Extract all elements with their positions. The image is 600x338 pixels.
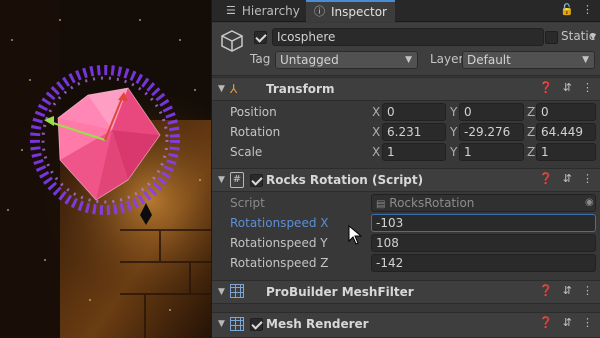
scale-row: Scale X 1 Y 1 Z 1 — [212, 142, 600, 162]
probuilder-meshfilter-header[interactable]: ▼ ProBuilder MeshFilter ❓ ⇵ ⋮ — [212, 280, 600, 304]
layer-label: Layer — [430, 52, 464, 66]
help-icon[interactable]: ❓ — [539, 284, 553, 298]
mouse-pointer-icon — [348, 225, 363, 245]
position-y-field[interactable]: 0 — [459, 103, 524, 121]
help-icon[interactable]: ❓ — [539, 172, 553, 186]
speed-z-field[interactable]: -142 — [371, 254, 596, 272]
chevron-down-icon: ▼ — [405, 55, 412, 65]
more-menu-icon[interactable]: ⋮ — [582, 172, 593, 186]
active-checkbox[interactable] — [254, 31, 267, 44]
presets-icon[interactable]: ⇵ — [563, 172, 572, 186]
script-file-icon: # — [230, 172, 244, 188]
fold-arrow-icon[interactable]: ▼ — [218, 287, 225, 297]
hierarchy-icon: ☰ — [226, 4, 236, 17]
more-menu-icon[interactable]: ⋮ — [582, 316, 593, 330]
more-menu-icon[interactable]: ⋮ — [582, 3, 593, 17]
speed-y-row: Rotationspeed Y 108 — [212, 233, 600, 253]
tab-inspector[interactable]: ⓘ Inspector — [306, 0, 395, 22]
object-picker-icon[interactable]: ◉ — [585, 196, 594, 210]
speed-z-row: Rotationspeed Z -142 — [212, 253, 600, 273]
chevron-down-icon: ▼ — [582, 55, 589, 65]
mesh-grid-icon — [230, 284, 244, 298]
speed-x-label[interactable]: Rotationspeed X — [230, 216, 328, 230]
rotation-x-field[interactable]: 6.231 — [382, 123, 446, 141]
fold-arrow-icon[interactable]: ▼ — [218, 84, 225, 94]
mesh-renderer-header[interactable]: ▼ Mesh Renderer ❓ ⇵ ⋮ — [212, 312, 600, 338]
rotation-y-field[interactable]: -29.276 — [459, 123, 524, 141]
layer-dropdown[interactable]: Default ▼ — [462, 51, 595, 69]
speed-x-row: Rotationspeed X -103 — [212, 213, 600, 233]
rotation-row: Rotation X 6.231 Y -29.276 Z 64.449 — [212, 122, 600, 142]
help-icon[interactable]: ❓ — [539, 316, 553, 330]
script-field: ▤ RocksRotation — [371, 194, 596, 212]
speed-y-field[interactable]: 108 — [371, 234, 596, 252]
rocks-rotation-enabled-checkbox[interactable] — [250, 174, 263, 187]
info-icon: ⓘ — [314, 5, 325, 18]
speed-x-field[interactable]: -103 — [371, 214, 596, 232]
tab-hierarchy[interactable]: ☰ Hierarchy — [218, 0, 308, 22]
rocks-rotation-header[interactable]: ▼ # Rocks Rotation (Script) ❓ ⇵ ⋮ — [212, 168, 600, 192]
script-asset-icon: ▤ — [376, 199, 386, 210]
scene-view[interactable] — [0, 0, 211, 338]
transform-header[interactable]: ▼ ⅄ Transform ❓ ⇵ ⋮ — [212, 77, 600, 101]
speed-y-label[interactable]: Rotationspeed Y — [230, 236, 328, 250]
transform-icon: ⅄ — [230, 82, 238, 96]
static-dropdown-icon[interactable]: ▼ — [590, 30, 596, 44]
position-z-field[interactable]: 0 — [536, 103, 596, 121]
cube-icon — [221, 30, 243, 52]
tag-label: Tag — [250, 52, 271, 66]
presets-icon[interactable]: ⇵ — [563, 316, 572, 330]
static-checkbox[interactable] — [545, 31, 558, 44]
fold-arrow-icon[interactable]: ▼ — [218, 319, 225, 329]
speed-z-label[interactable]: Rotationspeed Z — [230, 256, 328, 270]
fold-arrow-icon[interactable]: ▼ — [218, 175, 225, 185]
more-menu-icon[interactable]: ⋮ — [582, 81, 593, 95]
mesh-renderer-icon — [230, 317, 244, 331]
lock-icon[interactable]: 🔓 — [560, 3, 574, 17]
scene-render — [0, 0, 211, 338]
position-x-field[interactable]: 0 — [382, 103, 446, 121]
scale-z-field[interactable]: 1 — [536, 143, 596, 161]
script-row: Script ▤ RocksRotation ◉ — [212, 193, 600, 213]
scale-y-field[interactable]: 1 — [459, 143, 524, 161]
tab-bar: ☰ Hierarchy ⓘ Inspector 🔓 ⋮ — [212, 0, 600, 22]
more-menu-icon[interactable]: ⋮ — [582, 284, 593, 298]
presets-icon[interactable]: ⇵ — [563, 81, 572, 95]
rotation-z-field[interactable]: 64.449 — [536, 123, 596, 141]
name-field[interactable]: Icosphere — [272, 28, 544, 46]
tag-dropdown[interactable]: Untagged ▼ — [275, 51, 418, 69]
position-row: Position X 0 Y 0 Z 0 — [212, 102, 600, 122]
inspector-panel: ☰ Hierarchy ⓘ Inspector 🔓 ⋮ Icosphere St… — [211, 0, 600, 338]
gameobject-header: Icosphere Static ▼ Tag Untagged ▼ Layer D… — [212, 23, 600, 76]
presets-icon[interactable]: ⇵ — [563, 284, 572, 298]
mesh-renderer-enabled-checkbox[interactable] — [250, 318, 263, 331]
scale-x-field[interactable]: 1 — [382, 143, 446, 161]
help-icon[interactable]: ❓ — [539, 81, 553, 95]
